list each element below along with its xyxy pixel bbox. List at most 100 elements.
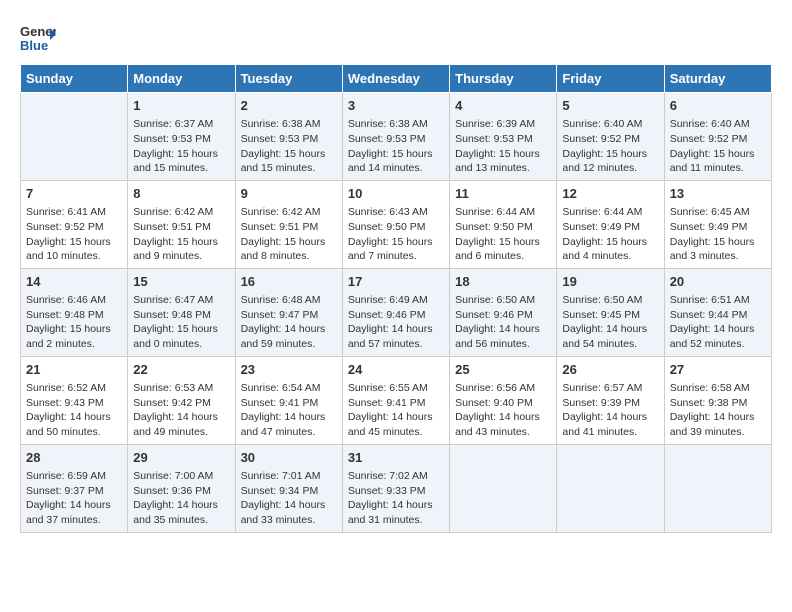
- logo: General Blue: [20, 20, 56, 56]
- calendar-cell: 31 Sunrise: 7:02 AM Sunset: 9:33 PM Dayli…: [342, 444, 449, 532]
- calendar-cell: 6 Sunrise: 6:40 AM Sunset: 9:52 PM Daylig…: [664, 93, 771, 181]
- day-number: 5: [562, 97, 658, 115]
- weekday-header-wednesday: Wednesday: [342, 65, 449, 93]
- calendar-week-4: 21 Sunrise: 6:52 AM Sunset: 9:43 PM Dayli…: [21, 356, 772, 444]
- day-info: Sunrise: 7:02 AM Sunset: 9:33 PM Dayligh…: [348, 469, 444, 528]
- day-number: 16: [241, 273, 337, 291]
- day-info: Sunrise: 6:42 AM Sunset: 9:51 PM Dayligh…: [241, 205, 337, 264]
- day-info: Sunrise: 6:39 AM Sunset: 9:53 PM Dayligh…: [455, 117, 551, 176]
- day-number: 14: [26, 273, 122, 291]
- day-number: 6: [670, 97, 766, 115]
- calendar-cell: 13 Sunrise: 6:45 AM Sunset: 9:49 PM Dayli…: [664, 180, 771, 268]
- day-info: Sunrise: 6:44 AM Sunset: 9:49 PM Dayligh…: [562, 205, 658, 264]
- weekday-header-saturday: Saturday: [664, 65, 771, 93]
- day-info: Sunrise: 6:50 AM Sunset: 9:46 PM Dayligh…: [455, 293, 551, 352]
- day-info: Sunrise: 6:56 AM Sunset: 9:40 PM Dayligh…: [455, 381, 551, 440]
- calendar-cell: 15 Sunrise: 6:47 AM Sunset: 9:48 PM Dayli…: [128, 268, 235, 356]
- day-info: Sunrise: 7:00 AM Sunset: 9:36 PM Dayligh…: [133, 469, 229, 528]
- calendar-cell: 21 Sunrise: 6:52 AM Sunset: 9:43 PM Dayli…: [21, 356, 128, 444]
- day-info: Sunrise: 6:51 AM Sunset: 9:44 PM Dayligh…: [670, 293, 766, 352]
- day-info: Sunrise: 6:38 AM Sunset: 9:53 PM Dayligh…: [241, 117, 337, 176]
- calendar-cell: [450, 444, 557, 532]
- day-info: Sunrise: 6:53 AM Sunset: 9:42 PM Dayligh…: [133, 381, 229, 440]
- calendar-cell: 9 Sunrise: 6:42 AM Sunset: 9:51 PM Daylig…: [235, 180, 342, 268]
- header: General Blue: [20, 20, 772, 56]
- calendar-cell: 3 Sunrise: 6:38 AM Sunset: 9:53 PM Daylig…: [342, 93, 449, 181]
- day-number: 9: [241, 185, 337, 203]
- day-number: 7: [26, 185, 122, 203]
- day-number: 24: [348, 361, 444, 379]
- day-number: 12: [562, 185, 658, 203]
- day-info: Sunrise: 6:40 AM Sunset: 9:52 PM Dayligh…: [670, 117, 766, 176]
- day-number: 3: [348, 97, 444, 115]
- weekday-header-monday: Monday: [128, 65, 235, 93]
- calendar-cell: 14 Sunrise: 6:46 AM Sunset: 9:48 PM Dayli…: [21, 268, 128, 356]
- weekday-header-tuesday: Tuesday: [235, 65, 342, 93]
- day-info: Sunrise: 6:45 AM Sunset: 9:49 PM Dayligh…: [670, 205, 766, 264]
- day-number: 15: [133, 273, 229, 291]
- calendar-cell: 29 Sunrise: 7:00 AM Sunset: 9:36 PM Dayli…: [128, 444, 235, 532]
- day-info: Sunrise: 6:57 AM Sunset: 9:39 PM Dayligh…: [562, 381, 658, 440]
- calendar-cell: 2Sunrise: 6:38 AM Sunset: 9:53 PM Daylig…: [235, 93, 342, 181]
- day-number: 4: [455, 97, 551, 115]
- day-number: 10: [348, 185, 444, 203]
- calendar-cell: 11Sunrise: 6:44 AM Sunset: 9:50 PM Dayli…: [450, 180, 557, 268]
- calendar-cell: 4 Sunrise: 6:39 AM Sunset: 9:53 PM Daylig…: [450, 93, 557, 181]
- calendar-cell: 7Sunrise: 6:41 AM Sunset: 9:52 PM Daylig…: [21, 180, 128, 268]
- day-number: 25: [455, 361, 551, 379]
- calendar-cell: 1Sunrise: 6:37 AM Sunset: 9:53 PM Daylig…: [128, 93, 235, 181]
- day-info: Sunrise: 6:49 AM Sunset: 9:46 PM Dayligh…: [348, 293, 444, 352]
- day-info: Sunrise: 6:46 AM Sunset: 9:48 PM Dayligh…: [26, 293, 122, 352]
- weekday-header-thursday: Thursday: [450, 65, 557, 93]
- calendar-cell: 28 Sunrise: 6:59 AM Sunset: 9:37 PM Dayli…: [21, 444, 128, 532]
- calendar-cell: [664, 444, 771, 532]
- calendar-week-2: 7Sunrise: 6:41 AM Sunset: 9:52 PM Daylig…: [21, 180, 772, 268]
- svg-text:Blue: Blue: [20, 38, 48, 53]
- day-number: 1: [133, 97, 229, 115]
- calendar-cell: 10 Sunrise: 6:43 AM Sunset: 9:50 PM Dayli…: [342, 180, 449, 268]
- calendar-cell: 12 Sunrise: 6:44 AM Sunset: 9:49 PM Dayli…: [557, 180, 664, 268]
- day-info: Sunrise: 6:40 AM Sunset: 9:52 PM Dayligh…: [562, 117, 658, 176]
- day-info: Sunrise: 6:50 AM Sunset: 9:45 PM Dayligh…: [562, 293, 658, 352]
- day-info: Sunrise: 6:59 AM Sunset: 9:37 PM Dayligh…: [26, 469, 122, 528]
- day-info: Sunrise: 6:58 AM Sunset: 9:38 PM Dayligh…: [670, 381, 766, 440]
- logo-icon: General Blue: [20, 20, 56, 56]
- day-info: Sunrise: 6:43 AM Sunset: 9:50 PM Dayligh…: [348, 205, 444, 264]
- day-number: 22: [133, 361, 229, 379]
- calendar-cell: 18Sunrise: 6:50 AM Sunset: 9:46 PM Dayli…: [450, 268, 557, 356]
- day-info: Sunrise: 6:42 AM Sunset: 9:51 PM Dayligh…: [133, 205, 229, 264]
- day-number: 20: [670, 273, 766, 291]
- day-number: 23: [241, 361, 337, 379]
- day-info: Sunrise: 6:52 AM Sunset: 9:43 PM Dayligh…: [26, 381, 122, 440]
- day-number: 19: [562, 273, 658, 291]
- calendar-week-1: 1Sunrise: 6:37 AM Sunset: 9:53 PM Daylig…: [21, 93, 772, 181]
- calendar-cell: 8Sunrise: 6:42 AM Sunset: 9:51 PM Daylig…: [128, 180, 235, 268]
- calendar-cell: 25 Sunrise: 6:56 AM Sunset: 9:40 PM Dayli…: [450, 356, 557, 444]
- calendar-week-5: 28 Sunrise: 6:59 AM Sunset: 9:37 PM Dayli…: [21, 444, 772, 532]
- calendar-table: SundayMondayTuesdayWednesdayThursdayFrid…: [20, 64, 772, 533]
- day-info: Sunrise: 7:01 AM Sunset: 9:34 PM Dayligh…: [241, 469, 337, 528]
- day-info: Sunrise: 6:54 AM Sunset: 9:41 PM Dayligh…: [241, 381, 337, 440]
- weekday-header-sunday: Sunday: [21, 65, 128, 93]
- day-info: Sunrise: 6:38 AM Sunset: 9:53 PM Dayligh…: [348, 117, 444, 176]
- day-info: Sunrise: 6:55 AM Sunset: 9:41 PM Dayligh…: [348, 381, 444, 440]
- day-number: 17: [348, 273, 444, 291]
- day-number: 31: [348, 449, 444, 467]
- day-number: 26: [562, 361, 658, 379]
- day-info: Sunrise: 6:44 AM Sunset: 9:50 PM Dayligh…: [455, 205, 551, 264]
- calendar-cell: 16 Sunrise: 6:48 AM Sunset: 9:47 PM Dayli…: [235, 268, 342, 356]
- day-number: 21: [26, 361, 122, 379]
- calendar-cell: 24 Sunrise: 6:55 AM Sunset: 9:41 PM Dayli…: [342, 356, 449, 444]
- weekday-header-friday: Friday: [557, 65, 664, 93]
- day-number: 28: [26, 449, 122, 467]
- day-info: Sunrise: 6:48 AM Sunset: 9:47 PM Dayligh…: [241, 293, 337, 352]
- calendar-cell: 20 Sunrise: 6:51 AM Sunset: 9:44 PM Dayli…: [664, 268, 771, 356]
- weekday-header-row: SundayMondayTuesdayWednesdayThursdayFrid…: [21, 65, 772, 93]
- calendar-cell: 22 Sunrise: 6:53 AM Sunset: 9:42 PM Dayli…: [128, 356, 235, 444]
- day-number: 29: [133, 449, 229, 467]
- calendar-header: SundayMondayTuesdayWednesdayThursdayFrid…: [21, 65, 772, 93]
- day-number: 13: [670, 185, 766, 203]
- day-info: Sunrise: 6:47 AM Sunset: 9:48 PM Dayligh…: [133, 293, 229, 352]
- calendar-cell: 19 Sunrise: 6:50 AM Sunset: 9:45 PM Dayli…: [557, 268, 664, 356]
- calendar-cell: 30Sunrise: 7:01 AM Sunset: 9:34 PM Dayli…: [235, 444, 342, 532]
